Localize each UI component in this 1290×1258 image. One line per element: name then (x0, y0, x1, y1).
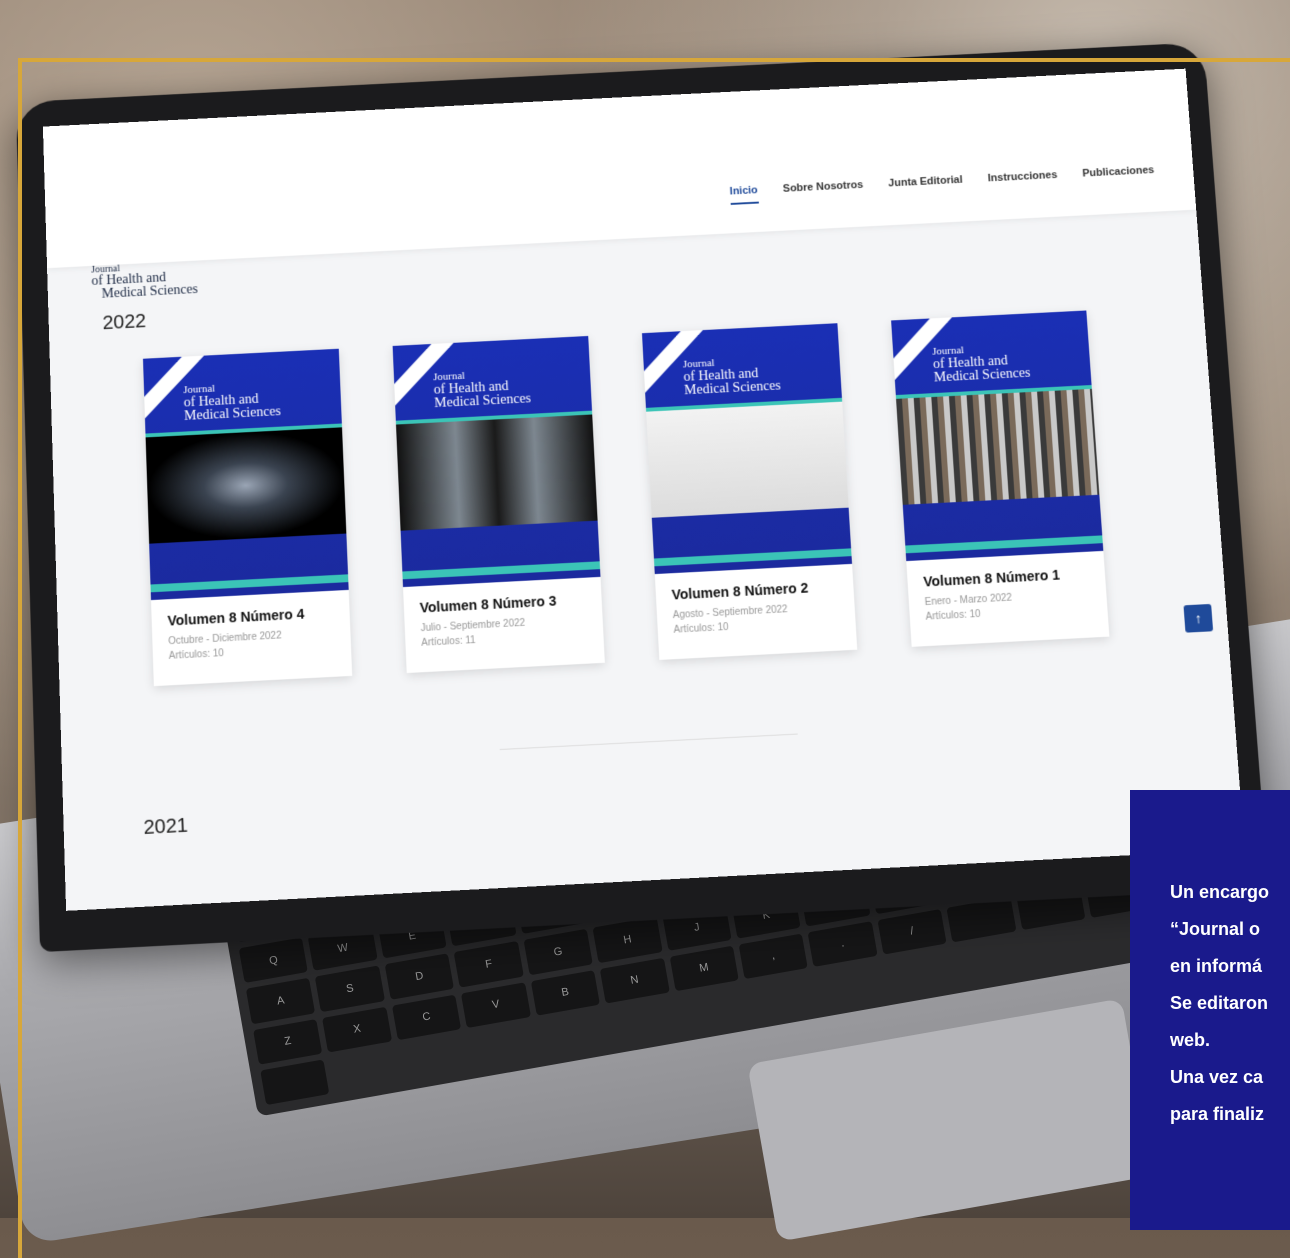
description-overlay: Un encargo “Journal o en informá Se edit… (1130, 790, 1290, 1230)
overlay-line: en informá (1170, 956, 1263, 976)
decorative-frame (18, 58, 1290, 1258)
overlay-line: “Journal o (1170, 919, 1261, 939)
overlay-line: Se editaron (1170, 993, 1269, 1013)
overlay-line: web. (1170, 1030, 1211, 1050)
overlay-line: Un encargo (1170, 882, 1270, 902)
overlay-line: Una vez ca (1170, 1067, 1264, 1087)
overlay-line: para finaliz (1170, 1104, 1265, 1124)
